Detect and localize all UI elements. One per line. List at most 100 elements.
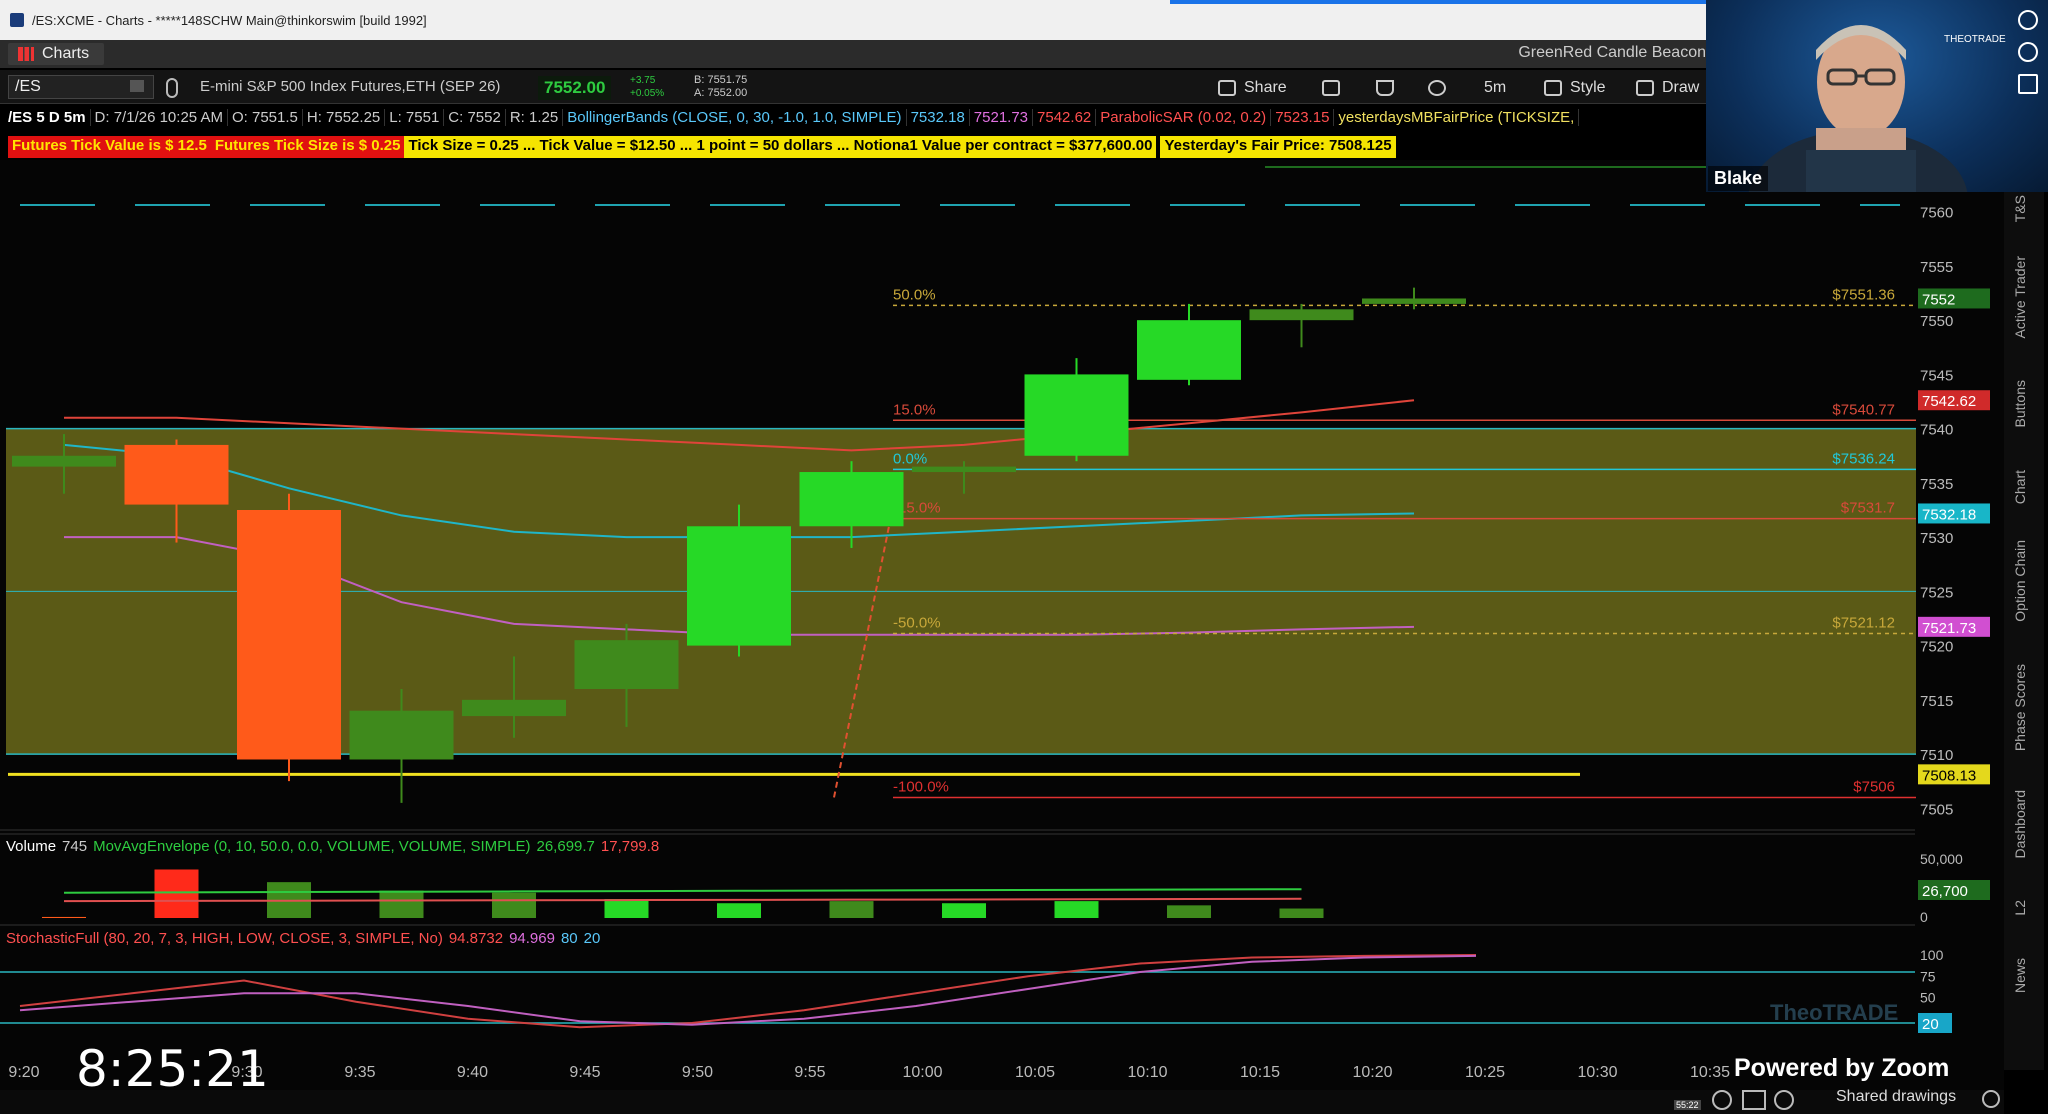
fair-price-study[interactable]: yesterdaysMBFairPrice (TICKSIZE, <box>1334 108 1580 126</box>
time-tick-label: 9:45 <box>569 1064 600 1081</box>
candle-body[interactable] <box>1362 298 1466 304</box>
tab-charts-label: Charts <box>42 45 90 62</box>
candle-body[interactable] <box>1249 309 1354 321</box>
time-tick-label: 10:00 <box>902 1064 942 1081</box>
candle-body[interactable] <box>124 444 229 505</box>
price-tick-label: 7505 <box>1920 801 1953 818</box>
crosshair-icon[interactable] <box>1774 1090 1794 1110</box>
fib-price-label: $7540.77 <box>1832 401 1895 418</box>
bar-open: O: 7551.5 <box>228 108 303 126</box>
chevron-down-icon[interactable] <box>130 80 144 92</box>
volume-bar[interactable] <box>942 903 986 918</box>
price-tick-label: 7535 <box>1920 476 1953 493</box>
volume-bar[interactable] <box>379 890 424 918</box>
fib-price-label: $7521.12 <box>1832 614 1895 631</box>
bar-low: L: 7551 <box>385 108 445 126</box>
envelope-lower: 17,799.8 <box>600 838 660 855</box>
volume-bar[interactable] <box>829 901 874 918</box>
timeframe-button[interactable]: 5m <box>1484 76 1506 100</box>
envelope-study[interactable]: MovAvgEnvelope (0, 10, 50.0, 0.0, VOLUME… <box>93 838 530 855</box>
stochastic-os: 20 <box>583 930 601 947</box>
shared-drawings-button[interactable]: Shared drawings <box>1836 1088 1956 1106</box>
rail-tab-phase-scores[interactable]: Phase Scores <box>2012 664 2028 751</box>
rail-tab-active-trader[interactable]: Active Trader <box>2012 256 2028 338</box>
candle-body[interactable] <box>687 526 791 646</box>
candle-body[interactable] <box>462 699 566 717</box>
time-tick-label: 9:35 <box>344 1064 375 1081</box>
tab-charts[interactable]: Charts <box>8 43 104 65</box>
volume-bar[interactable] <box>42 916 86 918</box>
rail-tab-buttons[interactable]: Buttons <box>2012 380 2028 427</box>
candle-body[interactable] <box>574 640 679 689</box>
fib-pct-label: -100.0% <box>893 778 949 795</box>
rail-tab-l2[interactable]: L2 <box>2012 900 2028 916</box>
volume-bar[interactable] <box>604 899 649 918</box>
volume-axis-bottom: 0 <box>1920 909 1928 925</box>
help-icon[interactable] <box>1982 1090 2000 1108</box>
study-header: /ES 5 D 5m D: 7/1/26 10:25 AM O: 7551.5 … <box>4 106 1580 128</box>
rail-tab-dashboard[interactable]: Dashboard <box>2012 790 2028 859</box>
time-tick-label: 10:25 <box>1465 1064 1505 1081</box>
studies-button[interactable] <box>1376 76 1394 100</box>
price-badge-label: 7508.13 <box>1922 767 1976 784</box>
pan-icon[interactable] <box>1742 1090 1766 1110</box>
tab-row <box>0 40 1706 68</box>
time-tick-label: 9:55 <box>794 1064 825 1081</box>
stochastic-d: 94.969 <box>509 930 555 947</box>
parabolic-sar-study[interactable]: ParabolicSAR (0.02, 0.2) <box>1096 108 1272 126</box>
link-icon[interactable] <box>166 78 178 98</box>
candle-body[interactable] <box>912 466 1016 473</box>
participant-name: Blake <box>1708 166 1769 191</box>
settings-button[interactable] <box>1428 76 1446 100</box>
time-tick-label: 10:10 <box>1127 1064 1167 1081</box>
stochastic-study[interactable]: StochasticFull (80, 20, 7, 3, HIGH, LOW,… <box>6 930 443 947</box>
bid-ask: B: 7551.75 A: 7552.00 <box>694 74 747 100</box>
volume-header: Volume 745 MovAvgEnvelope (0, 10, 50.0, … <box>6 838 659 855</box>
bar-range: R: 1.25 <box>506 108 564 126</box>
volume-bar[interactable] <box>1167 905 1211 918</box>
candle-body[interactable] <box>12 455 116 467</box>
candle-body[interactable] <box>1024 374 1129 456</box>
chart-bars-icon <box>18 47 34 61</box>
rail-tab-t-s[interactable]: T&S <box>2012 195 2028 222</box>
volume-bar[interactable] <box>492 892 536 918</box>
time-tick-label: 9:50 <box>682 1064 713 1081</box>
price-badge-label: 7552 <box>1922 291 1955 308</box>
style-button[interactable]: Style <box>1544 76 1606 100</box>
flag-button[interactable] <box>1322 76 1340 100</box>
window-title-bar: /ES:XCME - Charts - *****148SCHW Main@th… <box>0 0 1706 40</box>
flask-icon <box>1376 80 1394 96</box>
style-label: Style <box>1570 79 1606 96</box>
fib-pct-label: 50.0% <box>893 286 936 303</box>
bollinger-study[interactable]: BollingerBands (CLOSE, 0, 30, -1.0, 1.0,… <box>563 108 907 126</box>
zoom-in-icon[interactable] <box>1712 1090 1732 1110</box>
price-chart[interactable]: 50.0% $7551.36 15.0% $7540.77 0.0% $7536.24 -1… <box>0 160 2004 1090</box>
rail-tab-chart[interactable]: Chart <box>2012 470 2028 504</box>
price-badge-label: 7532.18 <box>1922 506 1976 523</box>
heart-icon[interactable] <box>2018 10 2038 30</box>
tick-value-label: Futures Tick Value is $ 12.5 <box>8 136 211 158</box>
volume-bar[interactable] <box>1279 908 1324 918</box>
clock-icon[interactable] <box>2018 42 2038 62</box>
share-icon <box>1218 80 1236 96</box>
aggregation-label[interactable]: /ES 5 D 5m <box>4 108 91 126</box>
volume-bar[interactable] <box>154 869 199 918</box>
volume-bar[interactable] <box>717 903 761 918</box>
volume-bar[interactable] <box>1054 901 1099 918</box>
gear-icon <box>1428 80 1446 96</box>
share-label: Share <box>1244 79 1287 96</box>
presenter-image: THEOTRADE <box>1748 25 2006 192</box>
bollinger-mid-value: 7532.18 <box>907 108 970 126</box>
fib-price-label: $7531.7 <box>1841 500 1895 517</box>
candle-body[interactable] <box>349 710 454 760</box>
candle-body[interactable] <box>1137 320 1241 380</box>
rail-tab-option-chain[interactable]: Option Chain <box>2012 540 2028 622</box>
share-button[interactable]: Share <box>1218 76 1287 100</box>
stochastic-header: StochasticFull (80, 20, 7, 3, HIGH, LOW,… <box>6 930 600 947</box>
candle-body[interactable] <box>237 510 341 760</box>
draw-button[interactable]: Draw <box>1636 76 1699 100</box>
candle-body[interactable] <box>799 472 904 527</box>
send-icon[interactable] <box>2018 74 2038 94</box>
overlay-clock: 8:25:21 <box>76 1040 269 1098</box>
rail-tab-news[interactable]: News <box>2012 958 2028 993</box>
